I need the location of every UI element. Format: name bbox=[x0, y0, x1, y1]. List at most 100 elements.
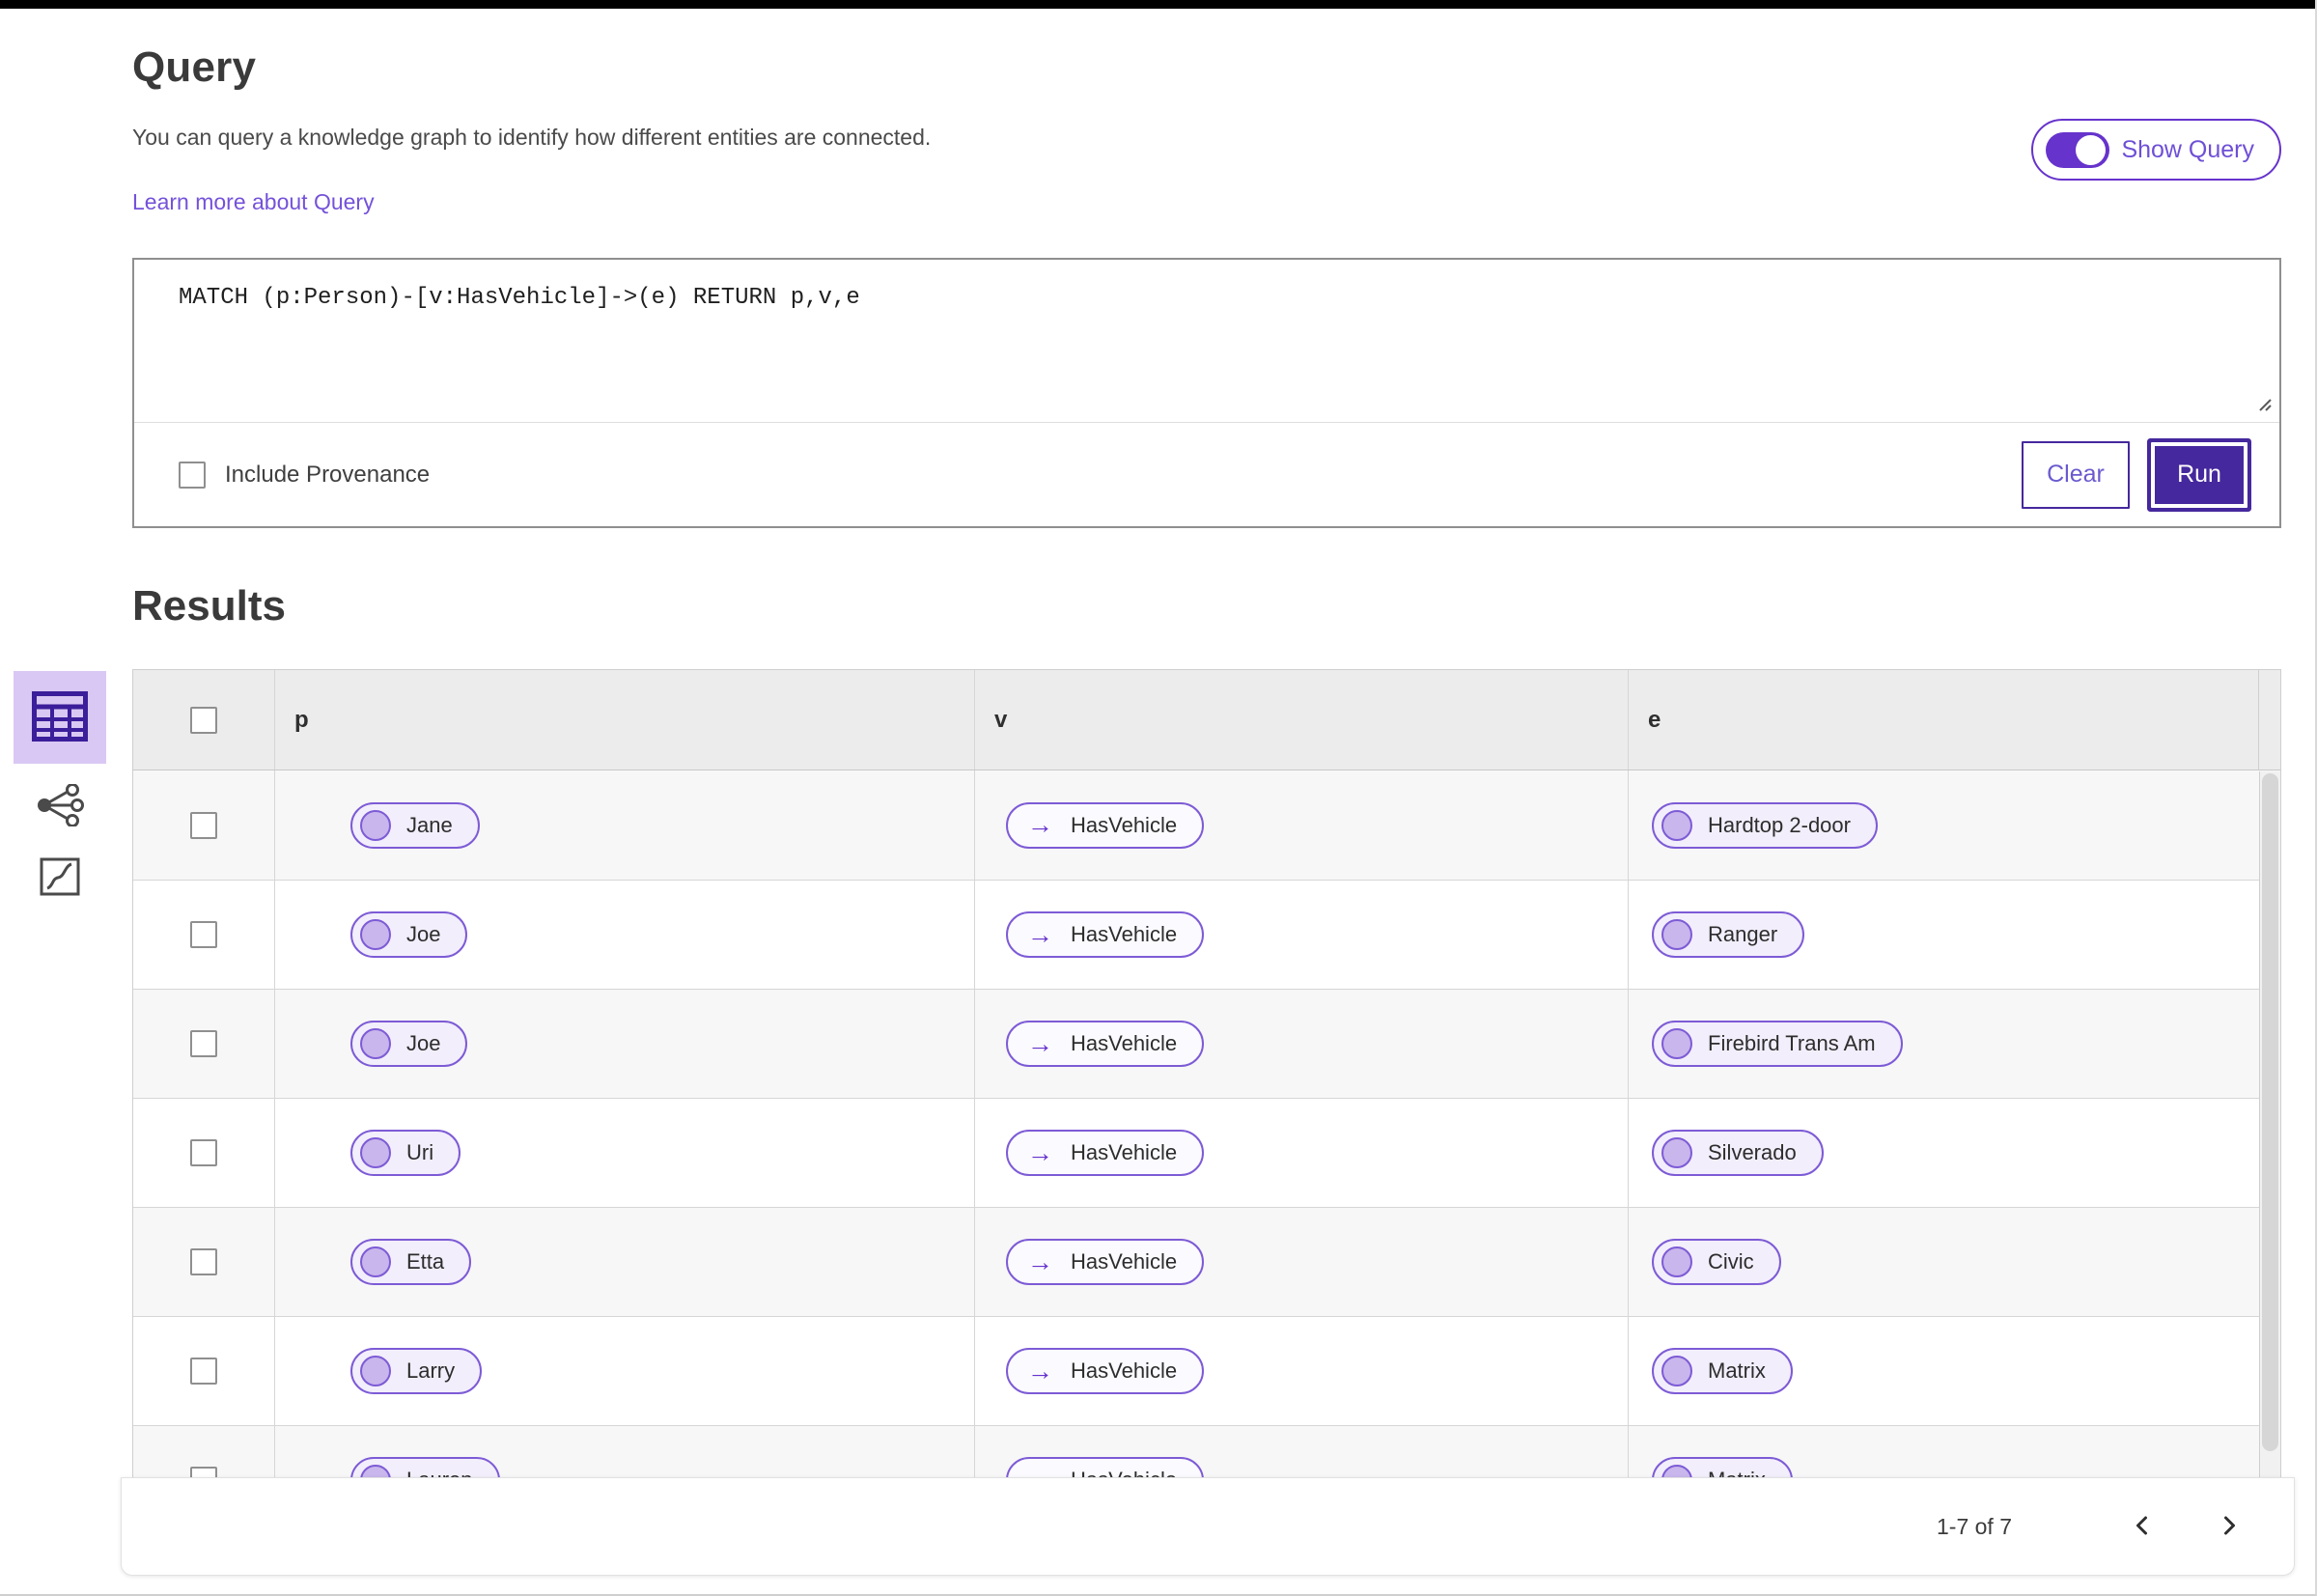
edge-label: HasVehicle bbox=[1071, 1249, 1178, 1274]
page-title: Query bbox=[132, 43, 257, 91]
view-switcher bbox=[12, 671, 108, 907]
node-circle-icon bbox=[1661, 1246, 1692, 1277]
node-pill[interactable]: Joe bbox=[350, 911, 468, 958]
query-editor-panel: MATCH (p:Person)-[v:HasVehicle]->(e) RET… bbox=[132, 258, 2281, 528]
table-row: Joe → HasVehicle Ranger bbox=[133, 880, 2280, 989]
edge-label: HasVehicle bbox=[1071, 1140, 1178, 1164]
node-pill[interactable]: Firebird Trans Am bbox=[1652, 1021, 1903, 1067]
row-checkbox[interactable] bbox=[190, 921, 217, 948]
table-view-button[interactable] bbox=[14, 671, 106, 764]
edge-label: HasVehicle bbox=[1071, 922, 1178, 946]
scrollbar-thumb[interactable] bbox=[2262, 773, 2278, 1451]
intro-row: You can query a knowledge graph to ident… bbox=[132, 119, 2281, 215]
node-circle-icon bbox=[360, 809, 391, 841]
edge-pill[interactable]: → HasVehicle bbox=[1006, 1021, 1205, 1067]
edge-arrow-icon: → bbox=[1027, 810, 1053, 839]
node-circle-icon bbox=[360, 1137, 391, 1168]
row-checkbox[interactable] bbox=[190, 1358, 217, 1385]
node-pill[interactable]: Uri bbox=[350, 1130, 461, 1176]
node-label: Jane bbox=[406, 812, 453, 837]
edge-arrow-icon: → bbox=[1027, 1137, 1053, 1167]
node-pill[interactable]: Hardtop 2-door bbox=[1652, 801, 1878, 849]
pagination-range: 1-7 of 7 bbox=[1937, 1513, 2012, 1539]
node-pill[interactable]: Joe bbox=[350, 1021, 468, 1067]
scrollbar-header-spacer bbox=[2258, 670, 2280, 770]
chevron-left-icon bbox=[2132, 1514, 2153, 1540]
edge-pill[interactable]: → HasVehicle bbox=[1006, 801, 1205, 849]
node-label: Etta bbox=[406, 1249, 445, 1274]
table-body: Jane → HasVehicle Hardtop 2-door Joe → H… bbox=[132, 770, 2281, 1534]
show-query-label: Show Query bbox=[2121, 135, 2254, 163]
toggle-switch-icon bbox=[2046, 131, 2110, 168]
graph-view-icon bbox=[36, 782, 84, 829]
results-table: p v e Jane → HasVehicle Hardtop 2-door J… bbox=[121, 669, 2295, 1576]
node-label: Ranger bbox=[1708, 922, 1778, 946]
table-row: Larry → HasVehicle Matrix bbox=[133, 1316, 2280, 1425]
page-description: You can query a knowledge graph to ident… bbox=[132, 125, 932, 150]
edge-arrow-icon: → bbox=[1027, 919, 1053, 949]
column-header-v: v bbox=[974, 670, 1628, 770]
app-window: Query You can query a knowledge graph to… bbox=[0, 0, 2317, 1596]
node-pill[interactable]: Larry bbox=[350, 1348, 483, 1394]
node-label: Civic bbox=[1708, 1249, 1754, 1274]
node-pill[interactable]: Civic bbox=[1652, 1239, 1781, 1285]
node-label: Uri bbox=[406, 1140, 434, 1164]
edge-pill[interactable]: → HasVehicle bbox=[1006, 1239, 1205, 1285]
node-circle-icon bbox=[1661, 1356, 1692, 1386]
graph-view-button[interactable] bbox=[14, 777, 106, 835]
node-label: Larry bbox=[406, 1358, 456, 1383]
node-label: Joe bbox=[406, 1031, 441, 1055]
node-circle-icon bbox=[360, 1246, 391, 1277]
row-checkbox[interactable] bbox=[190, 811, 217, 839]
node-circle-icon bbox=[1661, 809, 1692, 841]
clear-button[interactable]: Clear bbox=[2022, 440, 2130, 509]
table-row: Jane → HasVehicle Hardtop 2-door bbox=[133, 770, 2280, 880]
resize-grip-icon[interactable] bbox=[2254, 394, 2272, 416]
edge-pill[interactable]: → HasVehicle bbox=[1006, 911, 1205, 958]
column-header-p: p bbox=[274, 670, 974, 770]
node-pill[interactable]: Ranger bbox=[1652, 911, 1805, 958]
node-label: Hardtop 2-door bbox=[1708, 812, 1851, 837]
include-provenance-control[interactable]: Include Provenance bbox=[179, 461, 430, 489]
edge-label: HasVehicle bbox=[1071, 1031, 1178, 1055]
column-header-e: e bbox=[1628, 670, 2258, 770]
edge-arrow-icon: → bbox=[1027, 1356, 1053, 1386]
node-pill[interactable]: Matrix bbox=[1652, 1348, 1793, 1394]
next-page-button[interactable] bbox=[2209, 1504, 2249, 1550]
node-circle-icon bbox=[1661, 1028, 1692, 1059]
select-all-checkbox[interactable] bbox=[190, 706, 217, 734]
edge-pill[interactable]: → HasVehicle bbox=[1006, 1130, 1205, 1176]
include-provenance-checkbox[interactable] bbox=[179, 461, 206, 489]
node-label: Matrix bbox=[1708, 1358, 1766, 1383]
row-checkbox[interactable] bbox=[190, 1248, 217, 1275]
prev-page-button[interactable] bbox=[2122, 1504, 2163, 1550]
query-footer: Include Provenance Clear Run bbox=[134, 422, 2279, 526]
toggle-knob bbox=[2076, 134, 2107, 165]
run-button[interactable]: Run bbox=[2151, 441, 2247, 508]
edge-pill[interactable]: → HasVehicle bbox=[1006, 1348, 1205, 1394]
pagination-bar: 1-7 of 7 bbox=[121, 1477, 2295, 1576]
chart-view-icon bbox=[40, 857, 80, 899]
query-input[interactable]: MATCH (p:Person)-[v:HasVehicle]->(e) RET… bbox=[134, 260, 2279, 422]
chart-view-button[interactable] bbox=[14, 849, 106, 907]
table-row: Joe → HasVehicle Firebird Trans Am bbox=[133, 989, 2280, 1098]
show-query-toggle[interactable]: Show Query bbox=[2031, 119, 2281, 181]
node-circle-icon bbox=[1661, 919, 1692, 950]
node-label: Silverado bbox=[1708, 1140, 1797, 1164]
table-view-icon bbox=[32, 690, 88, 744]
node-pill[interactable]: Jane bbox=[350, 801, 480, 849]
node-label: Firebird Trans Am bbox=[1708, 1031, 1876, 1055]
table-row: Etta → HasVehicle Civic bbox=[133, 1207, 2280, 1316]
node-pill[interactable]: Etta bbox=[350, 1239, 472, 1285]
node-pill[interactable]: Silverado bbox=[1652, 1130, 1824, 1176]
node-circle-icon bbox=[1661, 1137, 1692, 1168]
row-checkbox[interactable] bbox=[190, 1139, 217, 1166]
edge-arrow-icon: → bbox=[1027, 1246, 1053, 1276]
table-header-row: p v e bbox=[132, 669, 2281, 770]
row-checkbox[interactable] bbox=[190, 1030, 217, 1057]
learn-more-link[interactable]: Learn more about Query bbox=[132, 189, 375, 215]
node-circle-icon bbox=[360, 919, 391, 950]
node-circle-icon bbox=[360, 1028, 391, 1059]
edge-label: HasVehicle bbox=[1071, 812, 1178, 837]
table-scrollbar[interactable] bbox=[2259, 771, 2280, 1477]
